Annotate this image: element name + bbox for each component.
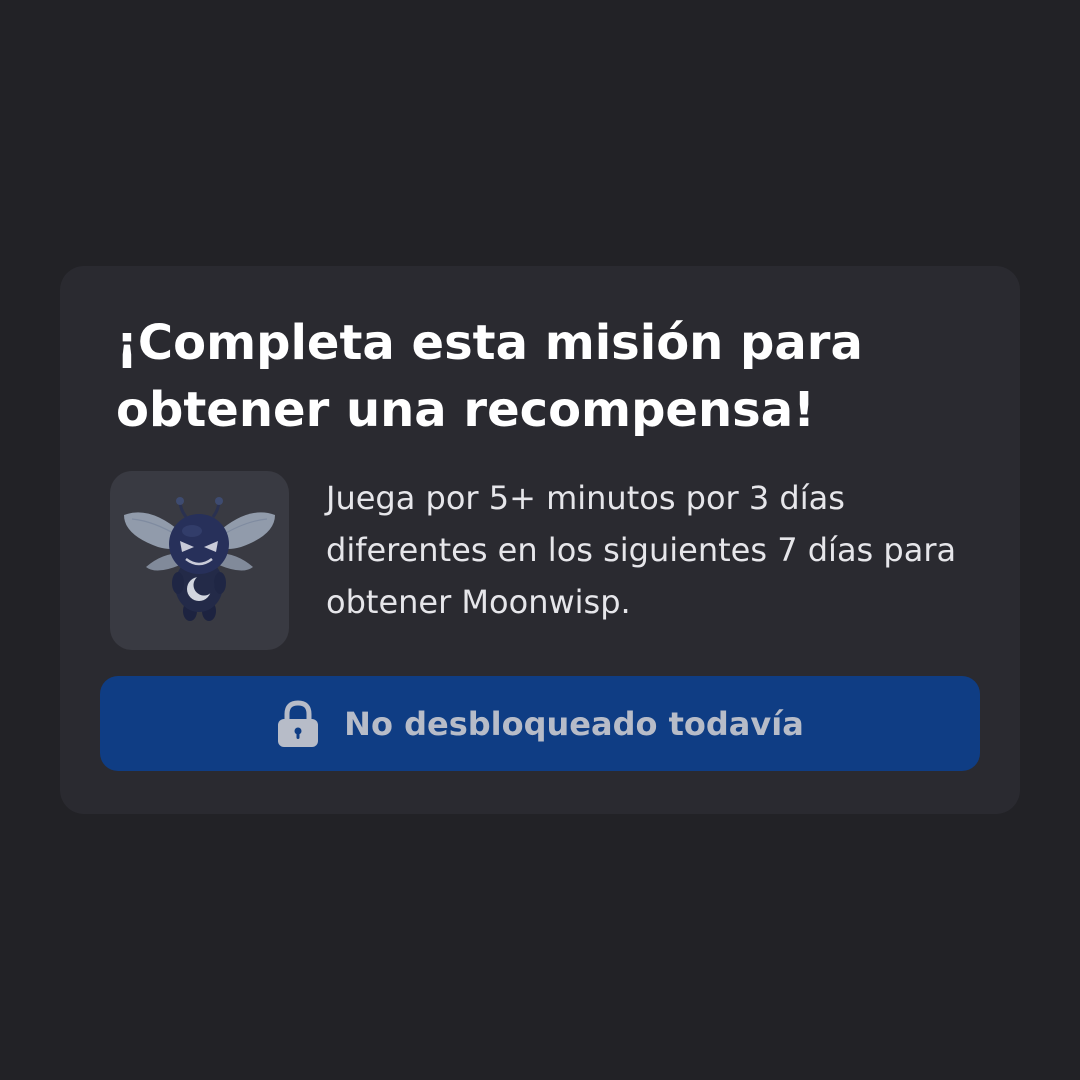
- locked-status-button[interactable]: No desbloqueado todavía: [100, 676, 980, 771]
- mission-description: Juega por 5+ minutos por 3 días diferent…: [326, 479, 957, 621]
- moonwisp-creature-icon: [124, 497, 275, 621]
- button-label: No desbloqueado todavía: [344, 704, 804, 743]
- mission-title: ¡Completa esta misión para obtener una r…: [116, 315, 863, 438]
- lock-icon: [278, 699, 319, 747]
- reward-thumbnail: [110, 471, 289, 650]
- mission-card: ¡Completa esta misión para obtener una r…: [60, 266, 1020, 814]
